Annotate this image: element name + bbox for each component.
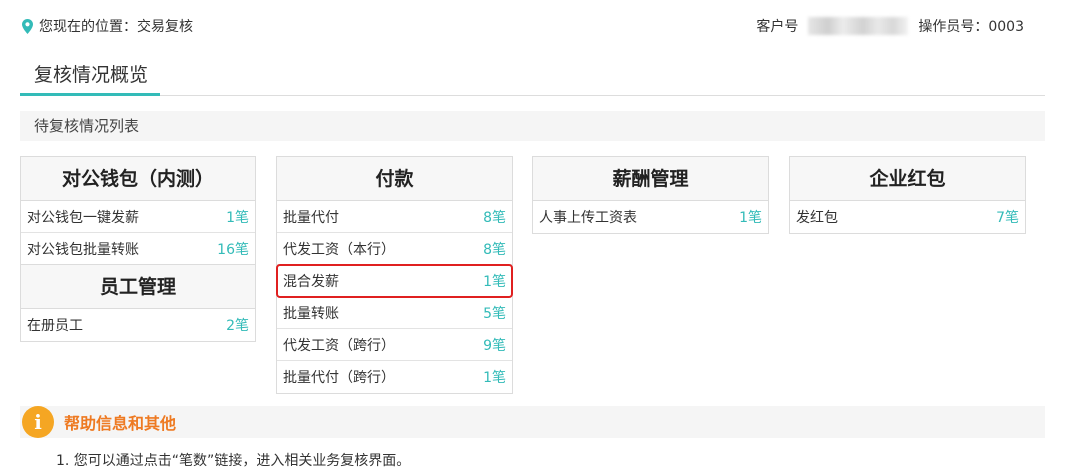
user-info: 客户号 操作员号：0003 [756,16,1024,36]
list-item: 对公钱包一键发薪 1笔 [21,201,255,233]
count-link[interactable]: 2笔 [226,315,249,335]
count-link[interactable]: 8笔 [483,207,506,227]
list-item: 批量代付 8笔 [277,201,512,233]
help-title: 帮助信息和其他 [64,414,177,433]
card-title: 薪酬管理 [533,157,768,201]
customer-number-redacted [808,17,909,35]
location-text: 您现在的位置：交易复核 [39,19,193,35]
count-link[interactable]: 1笔 [483,367,506,387]
list-item: 发红包 7笔 [790,201,1025,233]
list-item: 批量转账 5笔 [277,297,512,329]
count-link[interactable]: 16笔 [217,239,249,259]
row-label: 发红包 [796,210,838,226]
card-red-packet: 企业红包 发红包 7笔 [789,156,1026,234]
operator-label: 操作员号：0003 [918,19,1024,35]
help-list: 1. 您可以通过点击“笔数”链接，进入相关业务复核界面。 [56,450,410,470]
card-title: 付款 [277,157,512,201]
list-item-highlighted: 混合发薪 1笔 [276,264,513,298]
card-corp-wallet: 对公钱包（内测） 对公钱包一键发薪 1笔 对公钱包批量转账 16笔 [20,156,256,266]
card-title: 对公钱包（内测） [21,157,255,201]
location-pin-icon [22,18,33,34]
help-item: 1. 您可以通过点击“笔数”链接，进入相关业务复核界面。 [56,453,411,469]
count-link[interactable]: 8笔 [483,239,506,259]
row-label: 代发工资（跨行） [283,337,395,354]
row-label: 批量转账 [283,305,339,322]
tab-bar: 复核情况概览 [20,58,1045,96]
count-link[interactable]: 1笔 [226,207,249,227]
count-link[interactable]: 1笔 [483,271,506,291]
row-label: 混合发薪 [283,273,339,290]
card-staff-management: 员工管理 在册员工 2笔 [20,264,256,342]
list-item: 代发工资（跨行） 9笔 [277,329,512,361]
customer-label: 客户号 [756,19,799,35]
count-link[interactable]: 1笔 [739,207,762,227]
row-label: 代发工资（本行） [283,241,395,258]
count-link[interactable]: 9笔 [483,335,506,355]
top-bar: 您现在的位置：交易复核 客户号 操作员号：0003 [0,0,1080,54]
row-label: 对公钱包批量转账 [27,242,139,258]
count-link[interactable]: 7笔 [996,207,1019,227]
section-title: 待复核情况列表 [20,111,1045,141]
location-breadcrumb: 您现在的位置：交易复核 [22,16,193,36]
row-label: 批量代付 [283,209,339,226]
count-link[interactable]: 5笔 [483,303,506,323]
list-item: 人事上传工资表 1笔 [533,201,768,233]
row-label: 批量代付（跨行） [283,370,395,386]
row-label: 对公钱包一键发薪 [27,209,139,226]
card-title: 企业红包 [790,157,1025,201]
row-label: 人事上传工资表 [539,210,637,226]
card-payment: 付款 批量代付 8笔 代发工资（本行） 8笔 混合发薪 1笔 批量转账 5笔 代… [276,156,513,394]
list-item: 对公钱包批量转账 16笔 [21,233,255,265]
list-item: 在册员工 2笔 [21,309,255,341]
list-item: 代发工资（本行） 8笔 [277,233,512,265]
list-item: 批量代付（跨行） 1笔 [277,361,512,393]
row-label: 在册员工 [27,318,83,334]
card-title: 员工管理 [21,265,255,309]
card-salary-management: 薪酬管理 人事上传工资表 1笔 [532,156,769,234]
help-section-header: i 帮助信息和其他 [20,406,1045,438]
tab-review-overview[interactable]: 复核情况概览 [20,58,160,96]
info-icon: i [22,406,54,438]
